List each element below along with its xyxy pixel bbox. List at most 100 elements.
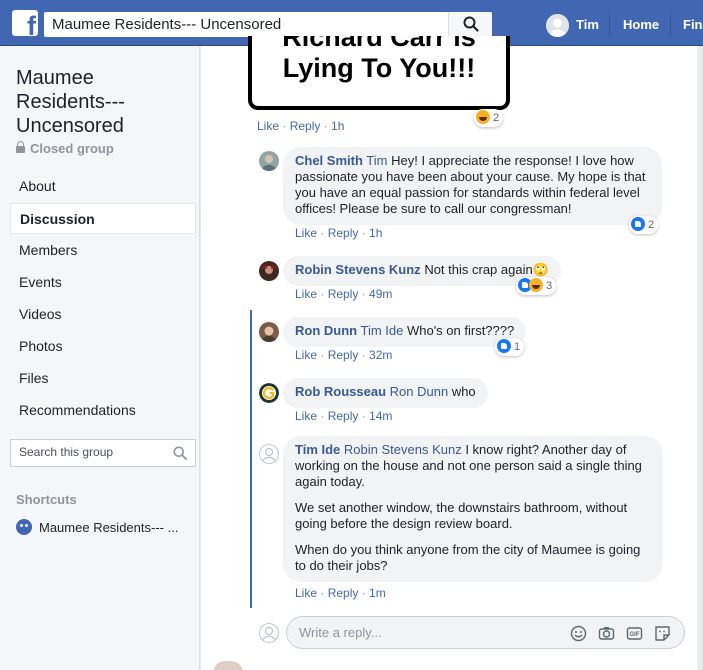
comment-text: who — [451, 384, 476, 399]
group-title[interactable]: Maumee Residents--- Uncensored — [16, 66, 186, 138]
reply-composer[interactable]: GIF — [286, 616, 685, 649]
comment-paragraph: When do you think anyone from the city o… — [295, 542, 641, 573]
haha-icon — [529, 278, 543, 292]
comment-actions: Like · Reply · 49m — [295, 287, 393, 301]
profile-link[interactable]: Tim — [576, 17, 599, 32]
reaction-summary[interactable]: 2 — [629, 216, 659, 234]
comment-timestamp[interactable]: 1h — [331, 119, 344, 133]
reaction-summary[interactable]: 3 — [516, 277, 557, 295]
comment-timestamp[interactable]: 49m — [369, 287, 392, 301]
like-link[interactable]: Like — [295, 287, 317, 301]
group-privacy: Closed group — [16, 141, 114, 156]
find-friends-link[interactable]: Find — [683, 17, 703, 32]
reply-input[interactable] — [299, 625, 559, 640]
profile-avatar[interactable] — [546, 14, 569, 37]
sidebar-item-discussion[interactable]: Discussion — [10, 203, 196, 234]
avatar[interactable] — [259, 261, 279, 281]
comment-author[interactable]: Ron Dunn — [295, 323, 357, 338]
reaction-count: 3 — [546, 280, 553, 292]
right-gutter — [697, 46, 703, 670]
emoji-icon[interactable] — [570, 625, 587, 642]
comment-author[interactable]: Rob Rousseau — [295, 384, 386, 399]
group-privacy-label: Closed group — [30, 141, 114, 156]
shortcut-item[interactable]: Maumee Residents--- ... — [16, 519, 178, 535]
like-icon — [631, 217, 645, 231]
lock-icon — [16, 141, 25, 153]
reply-link[interactable]: Reply — [328, 226, 359, 240]
comment-mention[interactable]: Tim Ide — [360, 323, 403, 338]
nav-divider — [670, 14, 671, 36]
like-link[interactable]: Like — [295, 409, 317, 423]
reply-link[interactable]: Reply — [290, 119, 321, 133]
sidebar-item-videos[interactable]: Videos — [10, 299, 196, 330]
comment-mention[interactable]: Ron Dunn — [390, 384, 449, 399]
comment-thread: Richard Carr is Lying To You!!! 2 Like ·… — [201, 36, 697, 670]
search-icon — [463, 16, 479, 32]
camera-icon[interactable] — [598, 625, 615, 642]
comment-text: Not this crap again🙄 — [424, 262, 549, 277]
search-icon[interactable] — [173, 446, 187, 460]
group-sidebar: Maumee Residents--- Uncensored Closed gr… — [0, 46, 200, 670]
comment-timestamp[interactable]: 32m — [369, 348, 392, 362]
image-text-line-2: Lying To You!!! — [282, 53, 476, 83]
like-icon — [497, 339, 511, 353]
sticker-icon[interactable] — [654, 625, 671, 642]
comment-timestamp[interactable]: 1h — [369, 226, 382, 240]
avatar[interactable] — [259, 444, 279, 464]
shortcuts-heading: Shortcuts — [16, 492, 77, 507]
reaction-summary[interactable]: 2 — [474, 109, 504, 127]
reply-link[interactable]: Reply — [328, 409, 359, 423]
comment-actions: Like · Reply · 1h — [295, 226, 383, 240]
comment-text: Who's on first???? — [406, 323, 515, 338]
comment-bubble: Rob Rousseau Ron Dunn who — [283, 378, 488, 408]
avatar[interactable] — [259, 383, 279, 403]
sidebar-item-files[interactable]: Files — [10, 363, 196, 394]
reaction-count: 2 — [493, 112, 500, 124]
comment-author[interactable]: Chel Smith — [295, 153, 363, 168]
image-text-line-1: Richard Carr is — [282, 36, 476, 52]
comment-timestamp[interactable]: 1m — [369, 586, 386, 600]
group-icon — [16, 519, 32, 535]
like-link[interactable]: Like — [295, 586, 317, 600]
avatar[interactable] — [259, 322, 279, 342]
reaction-summary[interactable]: 1 — [495, 338, 525, 356]
group-search-box[interactable] — [10, 439, 196, 467]
nav-divider — [609, 14, 610, 36]
comment-image[interactable]: Richard Carr is Lying To You!!! — [248, 36, 510, 110]
comment-actions: Like · Reply · 14m — [295, 409, 393, 423]
sidebar-item-events[interactable]: Events — [10, 267, 196, 298]
next-post-avatar — [213, 661, 243, 670]
shortcut-label: Maumee Residents--- ... — [39, 520, 179, 535]
global-search-button[interactable] — [448, 12, 492, 37]
avatar — [259, 623, 279, 643]
comment-mention[interactable]: Robin Stevens Kunz — [344, 442, 462, 457]
facebook-logo-icon[interactable]: f — [12, 10, 38, 36]
global-search-input[interactable]: Maumee Residents--- Uncensored — [52, 16, 281, 33]
svg-text:GIF: GIF — [630, 632, 640, 638]
home-link[interactable]: Home — [623, 17, 659, 32]
reply-link[interactable]: Reply — [328, 287, 359, 301]
gif-icon[interactable]: GIF — [626, 625, 643, 642]
sidebar-item-photos[interactable]: Photos — [10, 331, 196, 362]
reply-thread-line — [250, 310, 252, 608]
comment-bubble: Chel Smith Tim Hey! I appreciate the res… — [283, 147, 662, 225]
sidebar-item-recommendations[interactable]: Recommendations — [10, 395, 196, 426]
comment-timestamp[interactable]: 14m — [369, 409, 392, 423]
comment-author[interactable]: Robin Stevens Kunz — [295, 262, 421, 277]
like-link[interactable]: Like — [295, 226, 317, 240]
global-search-bar[interactable]: Maumee Residents--- Uncensored — [44, 12, 492, 37]
group-search-input[interactable] — [19, 445, 169, 459]
sidebar-item-about[interactable]: About — [10, 171, 196, 202]
comment-author[interactable]: Tim Ide — [295, 442, 340, 457]
comment-mention[interactable]: Tim — [366, 153, 387, 168]
like-link[interactable]: Like — [257, 119, 279, 133]
like-link[interactable]: Like — [295, 348, 317, 362]
avatar[interactable] — [259, 151, 279, 171]
reply-link[interactable]: Reply — [328, 586, 359, 600]
sidebar-item-members[interactable]: Members — [10, 235, 196, 266]
comment-bubble: Tim Ide Robin Stevens Kunz I know right?… — [283, 436, 663, 582]
comment-actions: Like · Reply · 1m — [295, 586, 386, 600]
reply-link[interactable]: Reply — [328, 348, 359, 362]
reaction-count: 1 — [514, 341, 521, 353]
comment-actions: Like · Reply · 32m — [295, 348, 393, 362]
